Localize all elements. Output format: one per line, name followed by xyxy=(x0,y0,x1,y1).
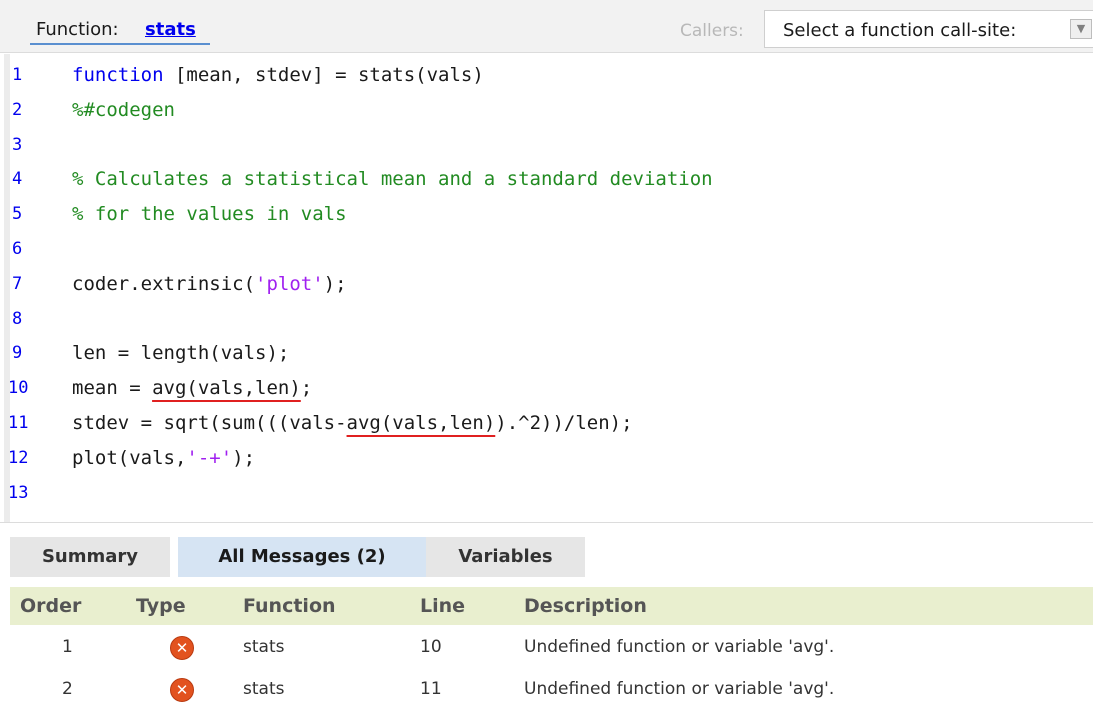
code-line: function [mean, stdev] = stats(vals) xyxy=(72,64,484,86)
line-number[interactable]: 10 xyxy=(8,378,38,398)
code-text: coder.extrinsic( xyxy=(72,272,256,295)
line-number[interactable]: 1 xyxy=(12,65,42,85)
error-call: avg(vals,len) xyxy=(346,412,496,434)
line-number[interactable]: 3 xyxy=(12,135,42,155)
error-icon: ✕ xyxy=(170,636,194,660)
code-line: plot(vals,'-+'); xyxy=(72,447,255,469)
tab-all-messages[interactable]: All Messages (2) xyxy=(178,537,426,577)
line-number[interactable]: 4 xyxy=(12,169,42,189)
callers-label: Callers: xyxy=(680,21,744,41)
line-number[interactable]: 13 xyxy=(8,483,38,503)
row-line[interactable]: 10 xyxy=(420,637,442,657)
report-header: Function: stats Callers: Select a functi… xyxy=(0,0,1093,53)
line-number[interactable]: 12 xyxy=(8,448,38,468)
code-line: % Calculates a statistical mean and a st… xyxy=(72,168,713,190)
code-viewer: 1 function [mean, stdev] = stats(vals) 2 %#… xyxy=(0,54,1093,522)
column-function[interactable]: Function xyxy=(243,595,336,617)
line-number[interactable]: 6 xyxy=(12,239,42,259)
row-function[interactable]: stats xyxy=(243,637,284,657)
column-type[interactable]: Type xyxy=(136,595,186,617)
code-line: % for the values in vals xyxy=(72,203,347,225)
code-text: mean = xyxy=(72,377,153,400)
line-number[interactable]: 11 xyxy=(8,413,38,433)
table-row[interactable]: 2 ✕ stats 11 Undefined function or varia… xyxy=(10,669,1093,711)
code-text: ).^2))/len); xyxy=(495,412,633,434)
row-function[interactable]: stats xyxy=(243,679,284,699)
messages-panel: Summary All Messages (2) Variables Order… xyxy=(0,522,1093,715)
line-number[interactable]: 5 xyxy=(12,204,42,224)
tab-summary[interactable]: Summary xyxy=(10,537,170,577)
line-number[interactable]: 8 xyxy=(12,309,42,329)
callsite-select[interactable]: Select a function call-site: ▼ xyxy=(764,10,1093,48)
code-line: stdev = sqrt(sum(((vals-avg(vals,len)).^… xyxy=(72,412,633,434)
row-order: 2 xyxy=(62,679,73,699)
error-icon: ✕ xyxy=(170,678,194,702)
row-description: Undefined function or variable 'avg'. xyxy=(524,679,835,699)
code-text: stdev = sqrt(sum(((vals- xyxy=(72,412,347,434)
table-row[interactable]: 1 ✕ stats 10 Undefined function or varia… xyxy=(10,627,1093,669)
code-line: %#codegen xyxy=(72,99,175,121)
code-text: ; xyxy=(300,377,313,400)
header-rule xyxy=(30,43,210,45)
code-string: 'plot' xyxy=(255,272,324,295)
row-line[interactable]: 11 xyxy=(420,679,442,699)
line-number[interactable]: 7 xyxy=(12,274,42,294)
column-line[interactable]: Line xyxy=(420,595,465,617)
tab-variables[interactable]: Variables xyxy=(426,537,585,577)
code-string: '-+' xyxy=(186,446,233,469)
code-text: ); xyxy=(232,446,256,469)
chevron-down-icon[interactable]: ▼ xyxy=(1070,19,1092,39)
code-keyword: function xyxy=(72,64,164,86)
code-line: len = length(vals); xyxy=(72,342,289,364)
line-number[interactable]: 9 xyxy=(12,343,42,363)
function-label: Function: xyxy=(36,19,119,40)
code-text: ); xyxy=(323,272,347,295)
row-description: Undefined function or variable 'avg'. xyxy=(524,637,835,657)
column-order[interactable]: Order xyxy=(20,595,81,617)
error-call: avg(vals,len) xyxy=(152,377,301,400)
column-description[interactable]: Description xyxy=(524,595,647,617)
code-text: [mean, stdev] = stats(vals) xyxy=(163,64,484,86)
function-name-link[interactable]: stats xyxy=(145,19,196,40)
row-order: 1 xyxy=(62,637,73,657)
code-comment: % for the values in vals xyxy=(72,203,347,226)
code-line: mean = avg(vals,len); xyxy=(72,377,312,399)
code-comment: % Calculates a statistical mean and a st… xyxy=(72,168,713,191)
code-text: len = length(vals); xyxy=(72,342,290,365)
code-comment: %#codegen xyxy=(72,98,175,121)
line-number[interactable]: 2 xyxy=(12,100,42,120)
code-line: coder.extrinsic('plot'); xyxy=(72,273,347,295)
code-text: plot(vals, xyxy=(72,446,187,469)
callsite-select-value: Select a function call-site: xyxy=(783,20,1017,41)
messages-table-header: Order Type Function Line Description xyxy=(10,587,1093,625)
